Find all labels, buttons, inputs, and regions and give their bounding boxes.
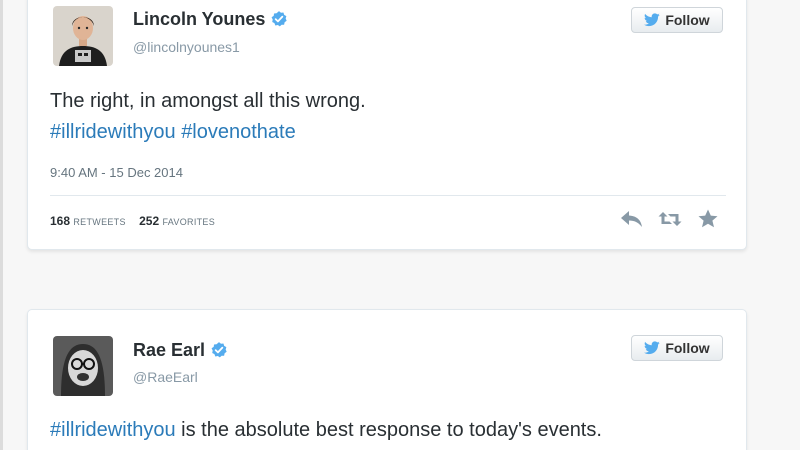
- tweet-card: Rae Earl @RaeEarl Follow #illridewithyou…: [27, 309, 747, 450]
- hashtag-link[interactable]: #illridewithyou: [50, 121, 176, 143]
- tweet-timestamp[interactable]: 9:40 AM - 15 Dec 2014: [50, 165, 183, 180]
- follow-button[interactable]: Follow: [631, 335, 723, 361]
- tweet-text: #illridewithyou is the absolute best res…: [50, 415, 726, 446]
- twitter-bird-icon: [644, 13, 661, 27]
- tweet-card: Lincoln Younes @lincolnyounes1 Follow Th…: [27, 0, 747, 250]
- avatar[interactable]: [53, 6, 113, 66]
- twitter-bird-icon: [644, 341, 661, 355]
- follow-label: Follow: [665, 12, 710, 28]
- verified-badge-icon: [211, 342, 227, 358]
- avatar[interactable]: [53, 336, 113, 396]
- hashtag-link[interactable]: #illridewithyou: [50, 419, 176, 441]
- divider: [50, 195, 726, 196]
- reply-icon[interactable]: [620, 209, 644, 229]
- user-handle[interactable]: @lincolnyounes1: [133, 39, 240, 55]
- follow-button[interactable]: Follow: [631, 7, 723, 33]
- tweet-text: The right, in amongst all this wrong. #i…: [50, 86, 726, 148]
- retweet-label[interactable]: RETWEETS: [73, 217, 125, 227]
- retweet-icon[interactable]: [658, 209, 682, 229]
- hashtag-link[interactable]: #lovenothate: [181, 121, 296, 143]
- user-name[interactable]: Lincoln Younes: [133, 9, 288, 30]
- tweet-feed: Lincoln Younes @lincolnyounes1 Follow Th…: [0, 0, 800, 450]
- tweet-text-line: The right, in amongst all this wrong.: [50, 90, 366, 112]
- favorite-count[interactable]: 252: [139, 214, 159, 228]
- user-name[interactable]: Rae Earl: [133, 340, 228, 361]
- verified-badge-icon: [271, 11, 288, 27]
- favorite-label[interactable]: FAVORITES: [163, 217, 216, 227]
- favorite-icon[interactable]: [696, 209, 720, 229]
- follow-label: Follow: [665, 340, 710, 356]
- left-border: [0, 0, 3, 450]
- tweet-text-rest: is the absolute best response to today's…: [175, 419, 602, 441]
- tweet-actions: [620, 209, 720, 229]
- retweet-count[interactable]: 168: [50, 214, 70, 228]
- user-handle[interactable]: @RaeEarl: [133, 369, 198, 385]
- tweet-stats: 168 RETWEETS 252 FAVORITES: [50, 214, 225, 228]
